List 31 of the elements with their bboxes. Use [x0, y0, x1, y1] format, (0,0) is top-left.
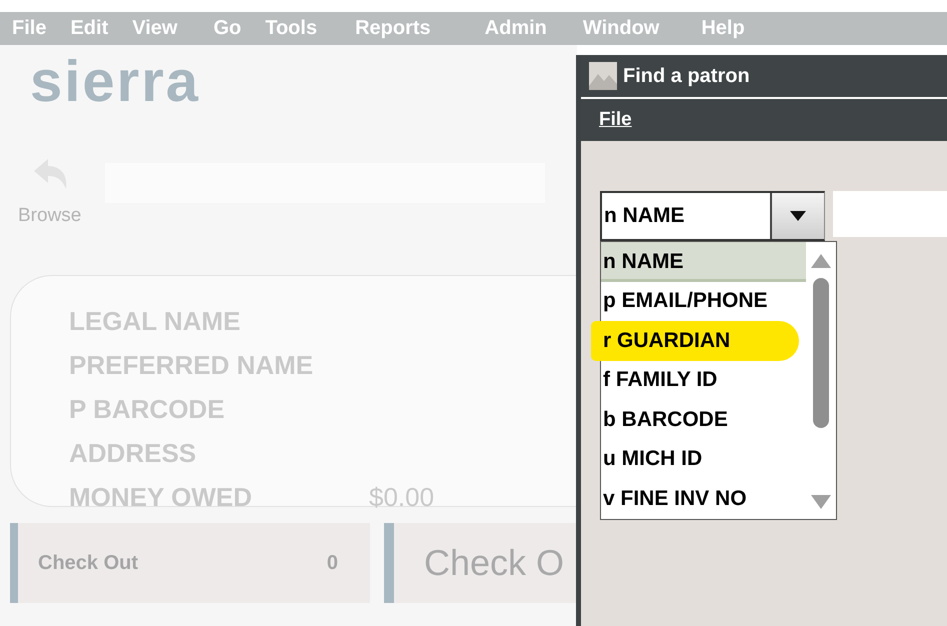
dropdown-option[interactable]: r GUARDIAN: [591, 321, 799, 360]
dropdown-option[interactable]: v FINE INV NO: [601, 479, 806, 518]
search-input[interactable]: [833, 191, 947, 237]
menu-item[interactable]: Reports: [343, 17, 473, 40]
search-type-dropdown[interactable]: n NAME: [600, 191, 825, 241]
dropdown-option[interactable]: p EMAIL/PHONE: [601, 282, 806, 321]
dropdown-option[interactable]: u MICH ID: [601, 440, 806, 479]
window-title: Find a patron: [623, 64, 750, 88]
menu-item[interactable]: Edit: [58, 17, 120, 40]
browse-button[interactable]: Browse: [18, 157, 82, 227]
menu-item[interactable]: Tools: [253, 17, 344, 40]
window-icon: [589, 62, 617, 90]
tab-label: Check Out: [38, 552, 138, 574]
scroll-down-icon: [811, 494, 831, 508]
scroll-up-icon: [811, 254, 831, 268]
panel-heading: Check O: [384, 523, 577, 603]
menu-item[interactable]: Window: [570, 17, 690, 40]
caret-icon: [790, 211, 806, 221]
menu-item[interactable]: Admin: [472, 17, 571, 40]
dropdown-option[interactable]: f FAMILY ID: [601, 360, 806, 400]
menu-item[interactable]: File: [0, 17, 58, 40]
menu-item[interactable]: Go: [201, 17, 254, 40]
check-out-tab[interactable]: Check Out 0: [10, 523, 370, 603]
logo: sierra: [29, 48, 202, 116]
menu-item[interactable]: Help: [689, 17, 745, 40]
scroll-thumb[interactable]: [813, 278, 829, 428]
menu-item[interactable]: File: [599, 109, 632, 131]
dropdown-option[interactable]: n NAME: [601, 242, 806, 282]
menu-item[interactable]: View: [120, 17, 202, 40]
tab-count: 0: [326, 552, 338, 574]
dropdown-option[interactable]: b BARCODE: [601, 400, 806, 440]
